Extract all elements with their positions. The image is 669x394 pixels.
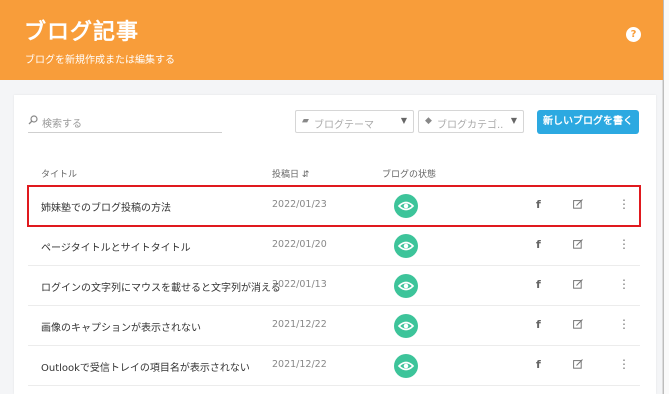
page: ブログ記事 ブログを新規作成または編集する ? 検索する ▰ ブログテーマ ▼ … (0, 0, 663, 394)
eye-icon[interactable] (394, 354, 418, 378)
row-date: 2021/12/22 (272, 359, 327, 370)
help-icon[interactable]: ? (626, 27, 641, 42)
facebook-icon[interactable]: f (536, 318, 541, 331)
folder-icon: ▰ (302, 116, 309, 126)
category-select-label: ブログカテゴ.. (437, 120, 504, 131)
table-row[interactable]: Outlookで受信トレイの項目名が表示されない 2021/12/22 f ⋮ (28, 346, 640, 386)
column-header-date[interactable]: 投稿日 ⇵ (272, 167, 309, 180)
column-header-title[interactable]: タイトル (41, 167, 77, 180)
more-vert-icon[interactable]: ⋮ (618, 357, 630, 371)
edit-icon[interactable] (573, 359, 583, 369)
row-title[interactable]: Outlookで受信トレイの項目名が表示されない (41, 359, 250, 374)
more-vert-icon[interactable]: ⋮ (618, 197, 630, 211)
new-blog-button[interactable]: 新しいブログを書く (537, 110, 639, 134)
eye-icon[interactable] (394, 194, 418, 218)
facebook-icon[interactable]: f (536, 358, 541, 371)
search-input[interactable]: 検索する (28, 111, 222, 133)
more-vert-icon[interactable]: ⋮ (618, 237, 630, 251)
page-header: ブログ記事 ブログを新規作成または編集する ? (0, 0, 663, 80)
more-vert-icon[interactable]: ⋮ (618, 277, 630, 291)
row-date: 2021/12/22 (272, 319, 327, 330)
eye-icon[interactable] (394, 274, 418, 298)
search-icon (28, 115, 38, 125)
caret-down-icon: ▼ (510, 116, 517, 125)
theme-select-label: ブログテーマ (314, 120, 374, 131)
row-date: 2022/01/13 (272, 279, 327, 290)
caret-down-icon: ▼ (400, 116, 407, 125)
more-vert-icon[interactable]: ⋮ (618, 317, 630, 331)
table-row[interactable]: ログインの文字列にマウスを載せると文字列が消える 2022/01/13 f ⋮ (28, 266, 640, 306)
page-title: ブログ記事 (24, 20, 140, 45)
facebook-icon[interactable]: f (536, 198, 541, 211)
table-row[interactable]: 姉妹塾でのブログ投稿の方法 2022/01/23 f ⋮ (27, 185, 641, 227)
facebook-icon[interactable]: f (536, 278, 541, 291)
row-title[interactable]: 画像のキャプションが表示されない (41, 319, 201, 334)
search-placeholder: 検索する (42, 119, 82, 130)
edit-icon[interactable] (573, 239, 583, 249)
edit-icon[interactable] (573, 199, 583, 209)
column-header-status: ブログの状態 (382, 170, 437, 180)
row-date: 2022/01/23 (272, 199, 327, 210)
page-subtitle: ブログを新規作成または編集する (25, 55, 175, 66)
window-edge (663, 0, 669, 394)
edit-icon[interactable] (573, 279, 583, 289)
table-row[interactable]: 画像のキャプションが表示されない 2021/12/22 f ⋮ (28, 306, 640, 346)
row-title[interactable]: ログインの文字列にマウスを載せると文字列が消える (41, 279, 281, 294)
row-date: 2022/01/20 (272, 239, 327, 250)
table-row[interactable]: ページタイトルとサイトタイトル 2022/01/20 f ⋮ (28, 226, 640, 266)
facebook-icon[interactable]: f (536, 238, 541, 251)
tag-icon: ◆ (425, 116, 432, 126)
row-title[interactable]: 姉妹塾でのブログ投稿の方法 (41, 199, 171, 214)
edit-icon[interactable] (573, 319, 583, 329)
eye-icon[interactable] (394, 314, 418, 338)
eye-icon[interactable] (394, 234, 418, 258)
row-title[interactable]: ページタイトルとサイトタイトル (41, 239, 191, 254)
category-select[interactable]: ◆ ブログカテゴ.. ▼ (418, 110, 524, 133)
theme-select[interactable]: ▰ ブログテーマ ▼ (295, 110, 414, 133)
